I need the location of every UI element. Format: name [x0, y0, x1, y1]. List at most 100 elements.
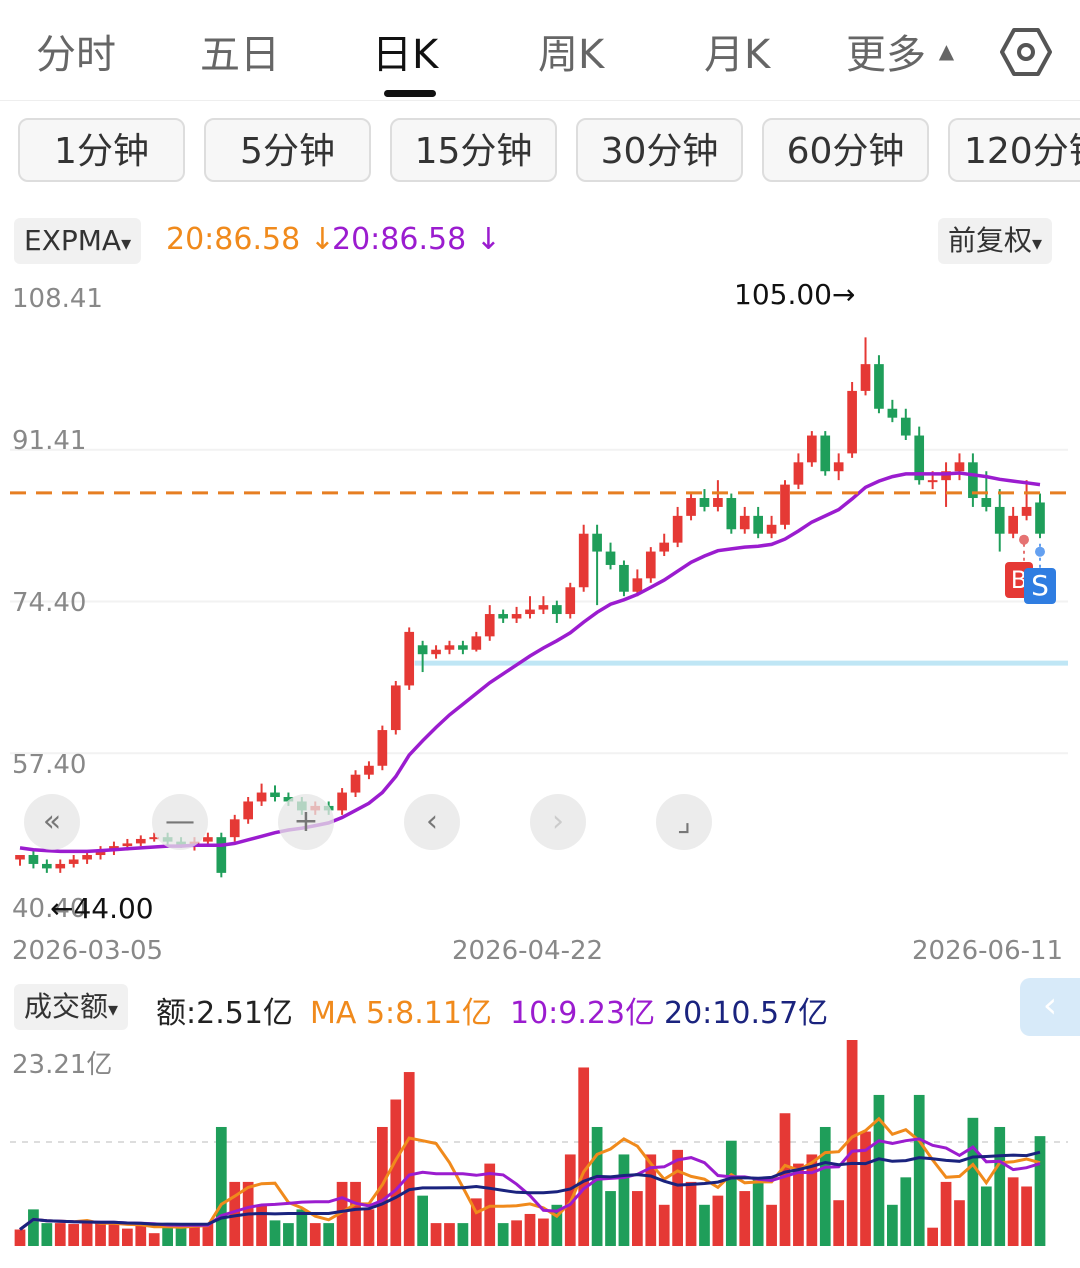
candle-body — [511, 614, 522, 619]
volume-bar — [819, 1126, 831, 1246]
candle-body — [82, 855, 92, 860]
candle-body — [229, 819, 240, 838]
volume-bar — [135, 1225, 147, 1246]
candle-body — [484, 614, 495, 637]
fullscreen-button[interactable]: ⌟ — [656, 794, 712, 850]
volume-bar — [618, 1154, 630, 1246]
candle-body — [417, 645, 428, 655]
interval-15min[interactable]: 15分钟 — [390, 118, 557, 182]
tab-day-k[interactable]: 日K — [372, 22, 438, 80]
candle-body — [632, 578, 643, 592]
volume-bar — [350, 1181, 361, 1246]
candle-body — [28, 855, 39, 864]
volume-bar — [28, 1209, 39, 1246]
date-axis-label-0: 2026-03-05 — [12, 936, 164, 966]
candle-body — [216, 837, 227, 873]
interval-60min[interactable]: 60分钟 — [762, 118, 929, 182]
candle-body — [431, 649, 441, 655]
candle-body — [498, 614, 508, 619]
scroll-right-button[interactable]: › — [530, 794, 586, 850]
volume-ma20: 20:10.57亿 — [664, 996, 829, 1031]
volume-bar — [591, 1126, 603, 1246]
adjust-label: 前复权 — [948, 224, 1033, 257]
candle-body — [699, 498, 710, 507]
interval-1min[interactable]: 1分钟 — [18, 118, 185, 182]
volume-chart[interactable] — [0, 1030, 1080, 1268]
volume-bar — [403, 1072, 415, 1246]
rewind-button[interactable]: « — [24, 794, 80, 850]
volume-bar — [672, 1149, 683, 1246]
volume-bar — [108, 1223, 120, 1246]
tab-five-day[interactable]: 五日 — [200, 22, 280, 80]
tab-month-k[interactable]: 月K — [704, 22, 770, 80]
hexagon-gear-icon[interactable] — [1000, 26, 1052, 78]
volume-ma10: 10:9.23亿 — [510, 996, 656, 1031]
high-price-label: 105.00→ — [734, 278, 856, 311]
candle-body — [645, 551, 656, 579]
candle-body — [874, 364, 884, 409]
tab-intraday[interactable]: 分时 — [36, 22, 116, 80]
candle-body — [404, 631, 415, 686]
volume-bar — [497, 1223, 509, 1246]
tab-week-k[interactable]: 周K — [538, 22, 604, 80]
collapse-panel-button[interactable]: ‹ — [1020, 978, 1080, 1036]
volume-bar — [390, 1099, 402, 1246]
indicator-selector[interactable]: EXPMA▾ — [14, 218, 142, 264]
volume-ma5: MA 5:8.11亿 — [310, 996, 492, 1031]
volume-bar — [766, 1204, 777, 1246]
volume-bar — [1021, 1186, 1032, 1246]
volume-bar — [309, 1223, 321, 1246]
candle-body — [552, 605, 562, 615]
interval-30min[interactable]: 30分钟 — [576, 118, 743, 182]
candle-body — [954, 462, 965, 472]
zoom-out-button[interactable]: — — [152, 794, 208, 850]
volume-bar — [68, 1224, 80, 1246]
candle-body — [739, 515, 750, 530]
candle-body — [619, 564, 629, 592]
candle-body — [55, 863, 66, 869]
volume-bar — [632, 1191, 643, 1246]
price-axis-label-1: 91.41 — [12, 426, 87, 456]
volume-bar — [954, 1200, 965, 1246]
volume-bar — [685, 1181, 697, 1246]
date-axis-label-2: 2026-06-11 — [912, 936, 1064, 966]
interval-120min[interactable]: 120分钟 — [948, 118, 1080, 182]
volume-bar — [967, 1117, 979, 1246]
price-axis-label-3: 57.40 — [12, 750, 87, 780]
candle-body — [525, 609, 535, 615]
candle-body — [981, 498, 992, 507]
candle-body — [847, 390, 857, 454]
scroll-left-button[interactable]: ‹ — [404, 794, 460, 850]
candle-body — [780, 484, 790, 525]
volume-bar — [54, 1223, 66, 1246]
candle-body — [686, 498, 696, 516]
volume-bar — [927, 1227, 938, 1246]
candle-body — [243, 801, 253, 820]
candle-body — [458, 645, 468, 650]
adjust-selector[interactable]: 前复权▾ — [938, 218, 1053, 264]
volume-bar — [605, 1191, 616, 1246]
indicator-dropdown-icon: ▾ — [121, 231, 132, 255]
volume-selector[interactable]: 成交额▾ — [14, 984, 129, 1030]
candle-body — [994, 506, 1005, 534]
zoom-in-button[interactable]: + — [278, 794, 334, 850]
volume-bar — [940, 1181, 952, 1246]
volume-name: 成交额 — [24, 990, 109, 1023]
candle-body — [887, 408, 898, 418]
volume-bar — [283, 1223, 294, 1246]
tab-more[interactable]: 更多 ▲ — [846, 22, 954, 80]
volume-bar — [95, 1223, 106, 1246]
volume-bar — [538, 1218, 549, 1246]
volume-bar — [779, 1113, 791, 1246]
sell-badge[interactable]: S — [1024, 568, 1056, 604]
candle-body — [807, 435, 817, 463]
interval-5min[interactable]: 5分钟 — [204, 118, 371, 182]
buy-marker-dot — [1019, 534, 1029, 545]
candle-body — [726, 498, 737, 530]
volume-bar — [658, 1204, 670, 1246]
expma-line1-value: 20:86.58 ↓ — [166, 222, 335, 257]
volume-bar — [913, 1094, 925, 1246]
sell-marker-dot — [1035, 546, 1045, 557]
low-price-label: ←44.00 — [50, 892, 154, 925]
volume-bar — [524, 1213, 536, 1246]
